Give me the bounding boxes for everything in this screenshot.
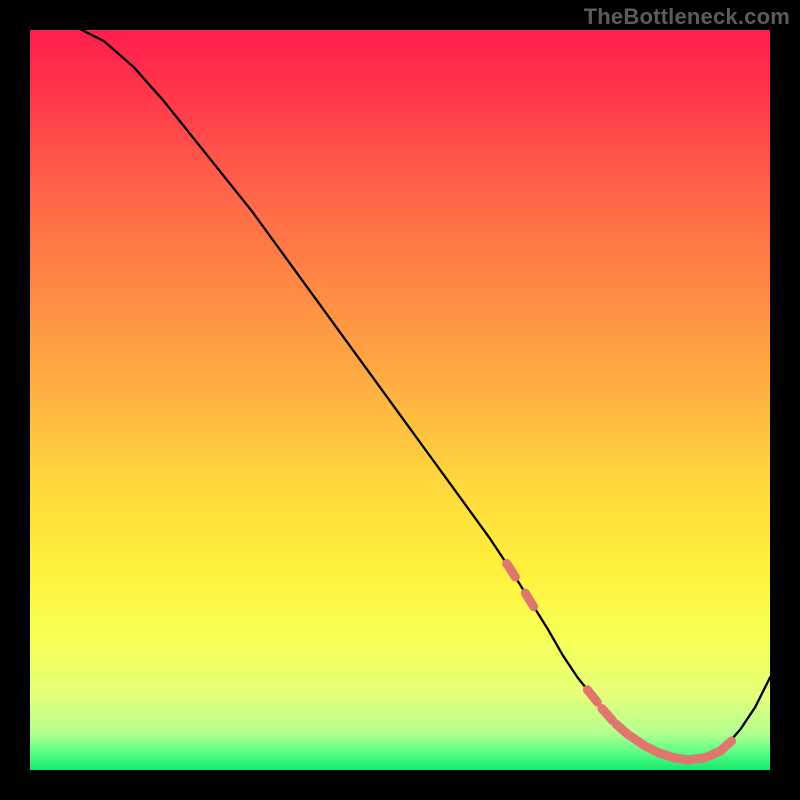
watermark-label: TheBottleneck.com: [584, 4, 790, 30]
plot-area: [30, 30, 770, 770]
plot-svg: [30, 30, 770, 770]
gradient-background: [30, 30, 770, 770]
chart-frame: TheBottleneck.com: [0, 0, 800, 800]
